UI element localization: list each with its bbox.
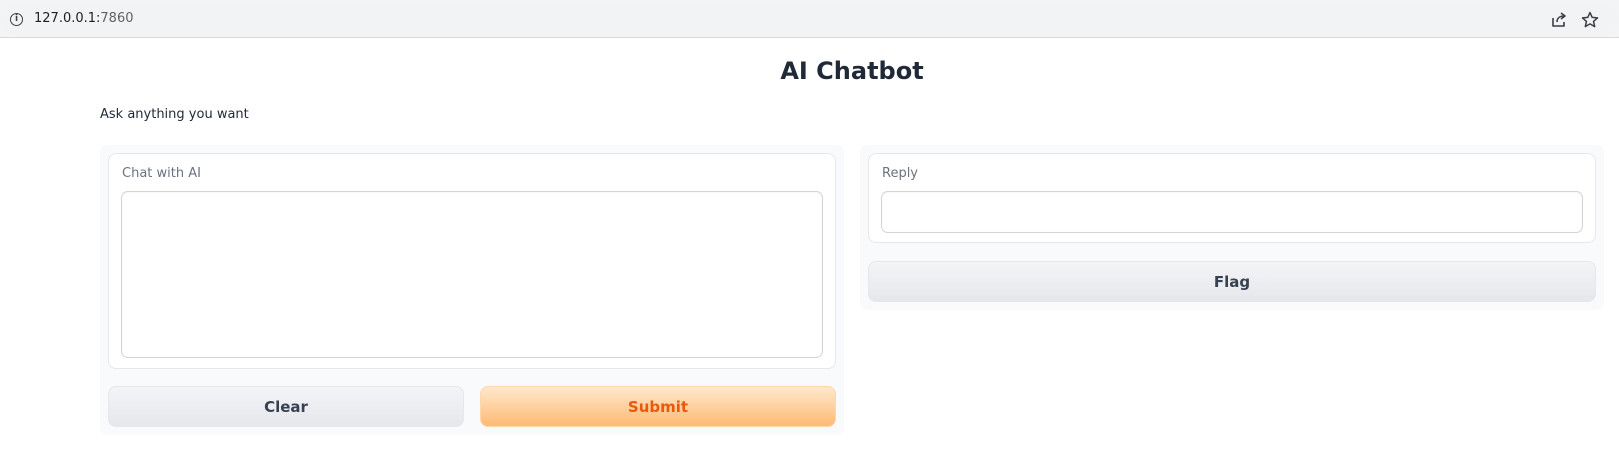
star-icon[interactable] <box>1580 10 1600 30</box>
output-panel: Reply Flag <box>860 145 1604 310</box>
submit-button[interactable]: Submit <box>480 386 836 427</box>
page-title: AI Chatbot <box>780 57 924 85</box>
url-port: 7860 <box>100 11 134 26</box>
chat-input-block: Chat with AI <box>108 153 836 369</box>
url-host: 127.0.0.1: <box>34 11 101 26</box>
reply-output-textarea[interactable] <box>881 191 1583 233</box>
url-pill[interactable]: i 127.0.0.1:7860 <box>0 2 1619 36</box>
page-description: Ask anything you want <box>100 107 249 122</box>
reply-output-block: Reply <box>868 153 1596 243</box>
input-panel: Chat with AI Clear Submit <box>100 145 844 435</box>
url-text[interactable]: 127.0.0.1:7860 <box>34 11 134 26</box>
chat-input-textarea[interactable] <box>121 191 823 358</box>
flag-button[interactable]: Flag <box>868 261 1596 302</box>
reply-output-label: Reply <box>882 166 919 181</box>
share-icon[interactable] <box>1549 10 1569 30</box>
chat-input-label: Chat with AI <box>122 166 201 181</box>
clear-button[interactable]: Clear <box>108 386 464 427</box>
browser-address-bar: i 127.0.0.1:7860 <box>0 0 1619 38</box>
info-icon[interactable]: i <box>10 13 23 26</box>
